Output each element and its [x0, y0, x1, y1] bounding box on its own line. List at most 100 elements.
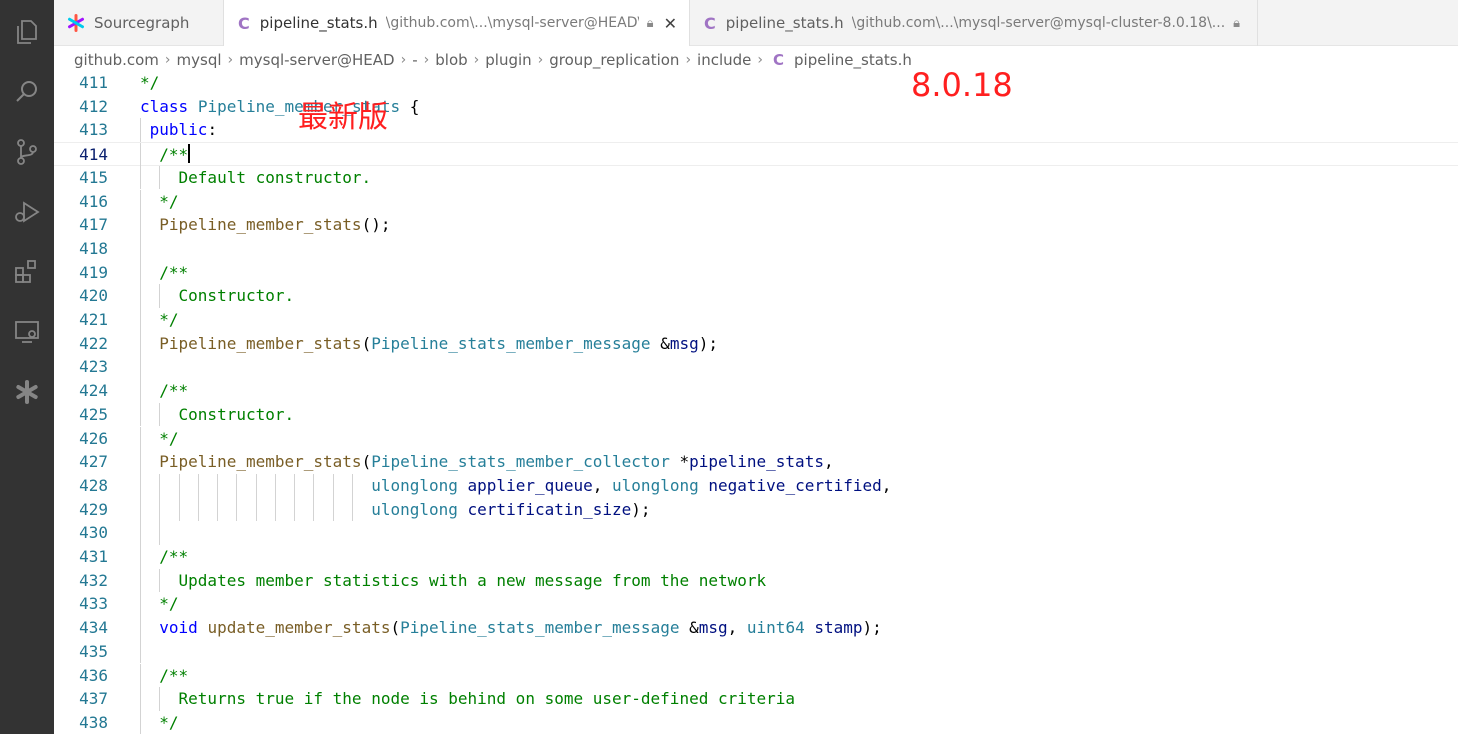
code-token: Pipeline_stats_member_message	[400, 618, 680, 638]
line-number: 411	[79, 73, 108, 92]
sourcegraph-icon[interactable]	[0, 368, 54, 416]
code-text: */	[140, 71, 159, 95]
code-line[interactable]: 422 Pipeline_member_stats(Pipeline_stats…	[54, 331, 1458, 356]
code-token: Pipeline_stats_member_message	[371, 333, 651, 353]
code-token: );	[631, 499, 651, 519]
code-text: Returns true if the node is behind on so…	[140, 687, 796, 711]
tab-pipeline-stats-8018[interactable]: C pipeline_stats.h \github.com\...\mysql…	[690, 0, 1258, 46]
code-token: ulonglong	[371, 499, 458, 519]
code-line[interactable]: 438 */	[54, 710, 1458, 734]
code-line[interactable]: 415 Default constructor.	[54, 165, 1458, 190]
line-number: 426	[79, 428, 108, 448]
code-line[interactable]: 426 */	[54, 426, 1458, 451]
chevron-right-icon: ›	[227, 52, 234, 68]
code-line[interactable]: 419 /**	[54, 260, 1458, 285]
code-editor[interactable]: 411 */ 412 class Pipeline_member_stats {413…	[54, 71, 1458, 734]
line-number: 412	[79, 96, 108, 116]
code-token: update_member_stats	[207, 618, 391, 638]
breadcrumb: github.com › mysql › mysql-server@HEAD ›…	[54, 46, 1458, 74]
source-control-icon[interactable]	[0, 128, 54, 176]
close-icon[interactable]: ✕	[664, 14, 677, 33]
tab-description: \github.com\...\mysql-server@HEAD\...	[385, 15, 639, 31]
code-line[interactable]: 417 Pipeline_member_stats();	[54, 213, 1458, 237]
c-file-icon: C	[704, 13, 716, 33]
code-line[interactable]: 424 /**	[54, 379, 1458, 403]
code-token: Pipeline_member_stats	[140, 452, 362, 472]
code-token: Default constructor.	[140, 167, 372, 187]
code-text: Default constructor.	[140, 166, 372, 190]
breadcrumb-item[interactable]: -	[412, 51, 417, 69]
code-text: /**	[140, 261, 188, 285]
code-text: public:	[140, 118, 217, 142]
tab-bar: Sourcegraph C pipeline_stats.h \github.c…	[54, 0, 1458, 46]
code-token: ulonglong	[371, 475, 458, 495]
code-token: Constructor.	[140, 404, 295, 424]
lock-icon: 🔒︎	[1233, 15, 1241, 31]
explorer-icon[interactable]	[0, 8, 54, 56]
code-token: ();	[361, 215, 391, 235]
code-line[interactable]: 423	[54, 355, 1458, 380]
code-line[interactable]: 421 */	[54, 308, 1458, 332]
line-number: 421	[79, 310, 108, 329]
code-line[interactable]: 435	[54, 639, 1458, 664]
code-line[interactable]: 432 Updates member statistics with a new…	[54, 568, 1458, 593]
code-line[interactable]: 433 */	[54, 592, 1458, 617]
breadcrumb-item[interactable]: mysql-server@HEAD	[239, 51, 394, 69]
breadcrumb-item[interactable]: mysql	[177, 51, 222, 69]
code-line[interactable]: 416 */	[54, 189, 1458, 214]
code-text: /**	[140, 545, 188, 569]
code-token: */	[140, 428, 179, 448]
code-line[interactable]: 434 void update_member_stats(Pipeline_st…	[54, 616, 1458, 640]
code-line[interactable]: 414 /**	[54, 142, 1458, 167]
code-line[interactable]: 428 ulonglong applier_queue, ulonglong n…	[54, 473, 1458, 498]
code-text: */	[140, 190, 178, 214]
breadcrumb-file[interactable]: pipeline_stats.h	[794, 51, 912, 69]
search-icon[interactable]	[0, 68, 54, 116]
code-token: public	[140, 120, 208, 140]
line-number: 430	[79, 523, 108, 543]
annotation-version: 8.0.18	[911, 66, 1013, 104]
code-line[interactable]: 437 Returns true if the node is behind o…	[54, 687, 1458, 711]
line-number: 416	[79, 191, 108, 211]
breadcrumb-item[interactable]: group_replication	[549, 51, 679, 69]
code-line[interactable]: 427 Pipeline_member_stats(Pipeline_stats…	[54, 450, 1458, 474]
code-line[interactable]: 418	[54, 236, 1458, 261]
code-line[interactable]: 411 */	[54, 71, 1458, 95]
breadcrumb-item[interactable]: blob	[435, 51, 467, 69]
code-line[interactable]: 425 Constructor.	[54, 402, 1458, 427]
run-debug-icon[interactable]	[0, 188, 54, 236]
line-number: 422	[79, 333, 108, 353]
line-number: 427	[79, 452, 108, 472]
line-number: 414	[79, 145, 108, 165]
code-line[interactable]: 430	[54, 521, 1458, 545]
code-line[interactable]: 429 ulonglong certificatin_size);	[54, 497, 1458, 522]
tab-pipeline-stats-head[interactable]: C pipeline_stats.h \github.com\...\mysql…	[224, 0, 690, 46]
line-number: 429	[79, 499, 108, 519]
code-text: */	[140, 427, 179, 451]
breadcrumb-item[interactable]: plugin	[485, 51, 531, 69]
code-line[interactable]: 436 /**	[54, 663, 1458, 688]
code-line[interactable]: 420 Constructor.	[54, 284, 1458, 308]
code-text: */	[140, 711, 178, 734]
chevron-right-icon: ›	[164, 52, 171, 68]
code-token: ,	[881, 475, 892, 495]
extensions-icon[interactable]	[0, 248, 54, 296]
code-line[interactable]: 413 public:	[54, 118, 1458, 143]
tab-sourcegraph[interactable]: Sourcegraph	[54, 0, 224, 46]
remote-explorer-icon[interactable]	[0, 308, 54, 356]
line-number: 438	[79, 712, 108, 732]
c-file-icon: C	[773, 51, 785, 69]
breadcrumb-item[interactable]: include	[697, 51, 751, 69]
code-line[interactable]: 412 class Pipeline_member_stats {	[54, 95, 1458, 119]
sourcegraph-logo-icon	[68, 14, 84, 32]
breadcrumb-item[interactable]: github.com	[74, 51, 159, 69]
code-token: Pipeline_member_stats	[140, 215, 362, 235]
code-line[interactable]: 431 /**	[54, 545, 1458, 569]
code-token: &	[650, 333, 670, 353]
indent-guide	[140, 355, 141, 380]
code-token: );	[698, 333, 718, 353]
